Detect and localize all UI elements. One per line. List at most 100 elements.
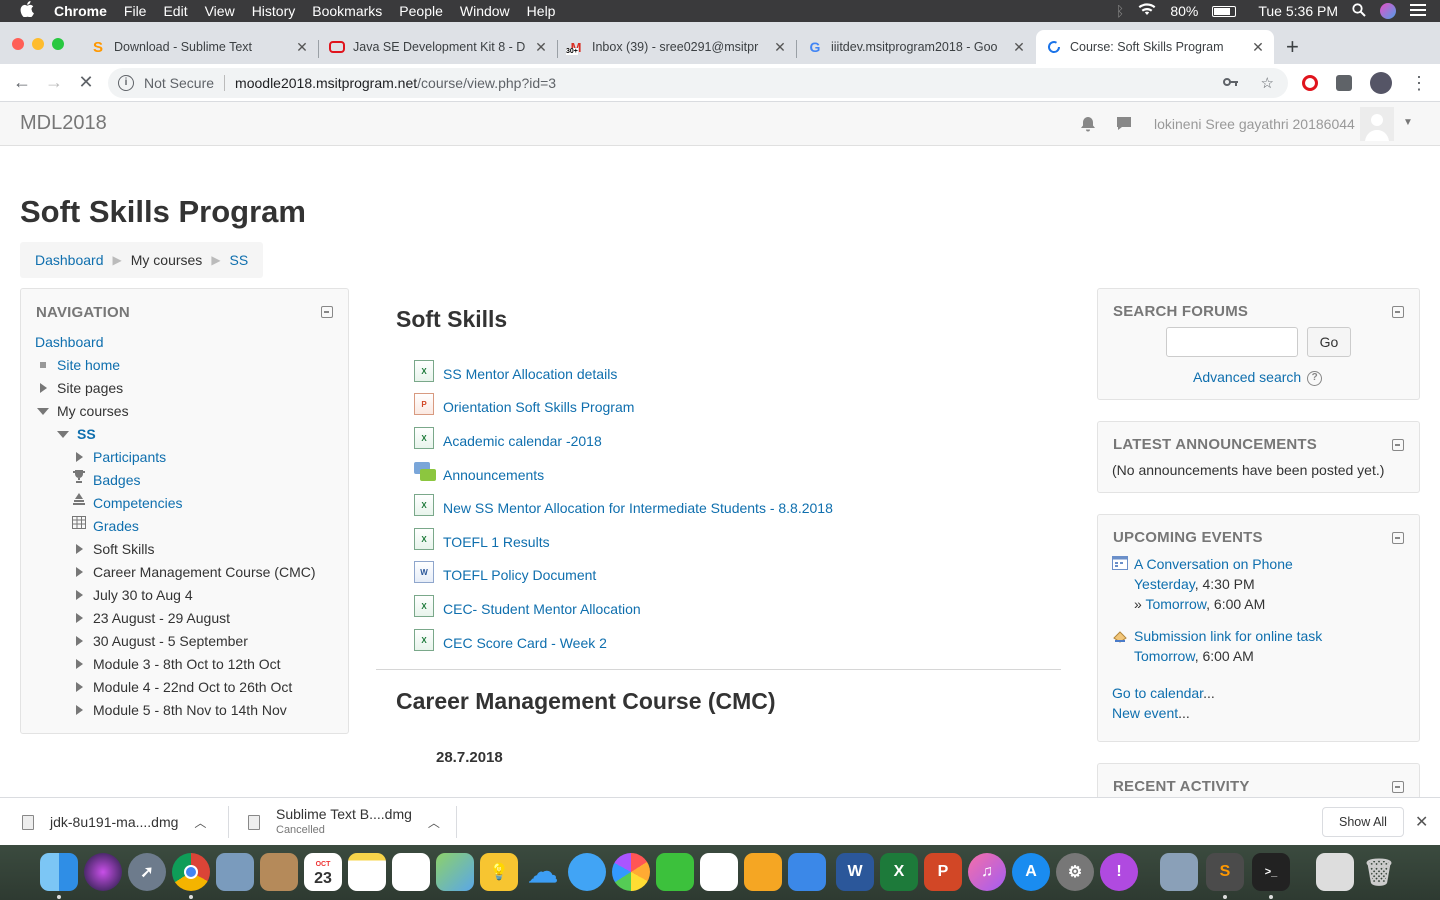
menu-help[interactable]: Help [527,3,556,19]
terminal-icon[interactable]: >_ [1252,853,1290,891]
nav-item-label[interactable]: 23 August - 29 August [93,607,230,630]
menu-view[interactable]: View [205,3,235,19]
expand-arrow-icon[interactable] [71,446,87,469]
collapse-arrow-icon[interactable] [35,400,51,423]
activity-item[interactable]: X Academic calendar -2018 [414,425,602,451]
messages-app-icon[interactable] [568,853,606,891]
apple-icon[interactable] [20,0,38,22]
nav-item[interactable]: Competencies [35,492,183,515]
nav-item[interactable]: 23 August - 29 August [35,607,230,630]
trash-icon[interactable]: 🗑 [1360,853,1398,891]
close-tab-icon[interactable]: ✕ [1011,39,1027,56]
activity-link[interactable]: Academic calendar -2018 [443,433,602,449]
show-all-downloads-button[interactable]: Show All [1322,807,1404,837]
keynote-icon[interactable] [788,853,826,891]
expand-arrow-icon[interactable] [71,630,87,653]
dock-block-icon[interactable] [321,306,333,318]
nav-item-label[interactable]: SS [77,423,96,446]
help-icon[interactable]: ? [1307,370,1323,386]
nav-item-label[interactable]: Badges [93,469,140,492]
nav-dashboard[interactable]: Dashboard [35,331,104,354]
chrome-menu-icon[interactable]: ⋮ [1410,73,1428,94]
tab-gmail-inbox[interactable]: M 30+ Inbox (39) - sree0291@msitpr ✕ [558,30,796,64]
notification-center-icon[interactable] [1410,3,1426,19]
activity-link[interactable]: Orientation Soft Skills Program [443,399,634,415]
activity-link[interactable]: CEC Score Card - Week 2 [443,635,607,651]
nav-item[interactable]: Career Management Course (CMC) [35,561,316,584]
breadcrumb-course[interactable]: SS [230,252,249,268]
event-title-link[interactable]: A Conversation on Phone [1134,556,1293,572]
expand-arrow-icon[interactable] [71,584,87,607]
nav-item-label[interactable]: Site home [57,354,120,377]
chevron-up-icon[interactable]: ︿ [428,814,440,831]
maps-icon[interactable] [436,853,474,891]
expand-arrow-icon[interactable] [71,561,87,584]
activity-link[interactable]: Announcements [443,467,544,483]
nav-item[interactable]: SS [35,423,104,446]
download-item-sublime[interactable]: Sublime Text B....dmg Cancelled ︿ [248,798,440,846]
collapse-arrow-icon[interactable] [55,423,71,446]
icloud-icon[interactable]: ☁ [524,853,562,891]
extension-icon[interactable] [1336,75,1352,91]
site-brand[interactable]: MDL2018 [20,112,107,135]
launchpad-icon[interactable]: ➚ [128,853,166,891]
dock-block-icon[interactable] [1392,306,1404,318]
activity-item[interactable]: Announcements [414,459,544,485]
siri-icon[interactable] [1380,3,1396,19]
nav-item[interactable]: Grades [35,515,139,538]
menu-history[interactable]: History [252,3,296,19]
tips-icon[interactable]: 💡 [480,853,518,891]
nav-item-label[interactable]: Soft Skills [93,538,154,561]
pages-icon[interactable] [744,853,782,891]
nav-item-label[interactable]: Module 5 - 8th Nov to 14th Nov [93,699,287,722]
profile-avatar[interactable] [1370,72,1392,94]
back-arrow-icon[interactable]: ← [6,72,38,93]
battery-icon[interactable] [1212,5,1237,17]
user-avatar[interactable] [1360,107,1394,141]
menu-bookmarks[interactable]: Bookmarks [312,3,382,19]
notification-bell-icon[interactable] [1080,116,1096,132]
stop-loading-icon[interactable]: ✕ [70,72,102,93]
activity-link[interactable]: TOEFL 1 Results [443,534,550,550]
dock-block-icon[interactable] [1392,439,1404,451]
event-day-link[interactable]: Yesterday [1134,576,1195,592]
maximize-window-button[interactable] [52,38,64,50]
new-tab-plus-icon[interactable]: + [1286,36,1299,58]
facetime-icon[interactable] [656,853,694,891]
go-to-calendar-link[interactable]: Go to calendar [1112,685,1203,701]
nav-item-label[interactable]: Participants [93,446,166,469]
excel-icon[interactable]: X [880,853,918,891]
activity-item[interactable]: W TOEFL Policy Document [414,559,596,585]
menu-file[interactable]: File [124,3,147,19]
activity-item[interactable]: X CEC- Student Mentor Allocation [414,593,641,619]
nav-item[interactable]: July 30 to Aug 4 [35,584,193,607]
powerpoint-icon[interactable]: P [924,853,962,891]
menu-people[interactable]: People [399,3,443,19]
breadcrumb-dashboard[interactable]: Dashboard [35,252,104,268]
nav-item[interactable]: Module 5 - 8th Nov to 14th Nov [35,699,287,722]
system-preferences-icon[interactable]: ⚙ [1056,853,1094,891]
preview-icon[interactable] [216,853,254,891]
close-tab-icon[interactable]: ✕ [294,39,310,56]
numbers-icon[interactable] [700,853,738,891]
tab-course-soft-skills[interactable]: Course: Soft Skills Program ✕ [1036,30,1274,64]
nav-item[interactable]: 30 August - 5 September [35,630,248,653]
activity-item[interactable]: P Orientation Soft Skills Program [414,391,634,417]
download-item-jdk[interactable]: jdk-8u191-ma....dmg ︿ [22,798,206,846]
user-menu-caret-icon[interactable]: ▼ [1403,117,1413,128]
nav-item[interactable]: Site home [35,354,120,377]
user-name[interactable]: lokineni Sree gayathri 20186044 [1154,116,1355,132]
activity-link[interactable]: SS Mentor Allocation details [443,366,617,382]
nav-item-label[interactable]: 30 August - 5 September [93,630,248,653]
nav-item[interactable]: My courses [35,400,129,423]
tab-java-jdk[interactable]: Java SE Development Kit 8 - D ✕ [319,30,557,64]
nav-item-label[interactable]: Module 4 - 22nd Oct to 26th Oct [93,676,292,699]
messages-icon[interactable] [1116,116,1132,130]
close-tab-icon[interactable]: ✕ [1250,39,1266,56]
bookmark-star-icon[interactable]: ☆ [1261,74,1274,92]
word-icon[interactable]: W [836,853,874,891]
new-event-link[interactable]: New event [1112,705,1178,721]
expand-arrow-icon[interactable] [71,676,87,699]
nav-item[interactable]: Site pages [35,377,123,400]
activity-link[interactable]: New SS Mentor Allocation for Intermediat… [443,500,833,516]
